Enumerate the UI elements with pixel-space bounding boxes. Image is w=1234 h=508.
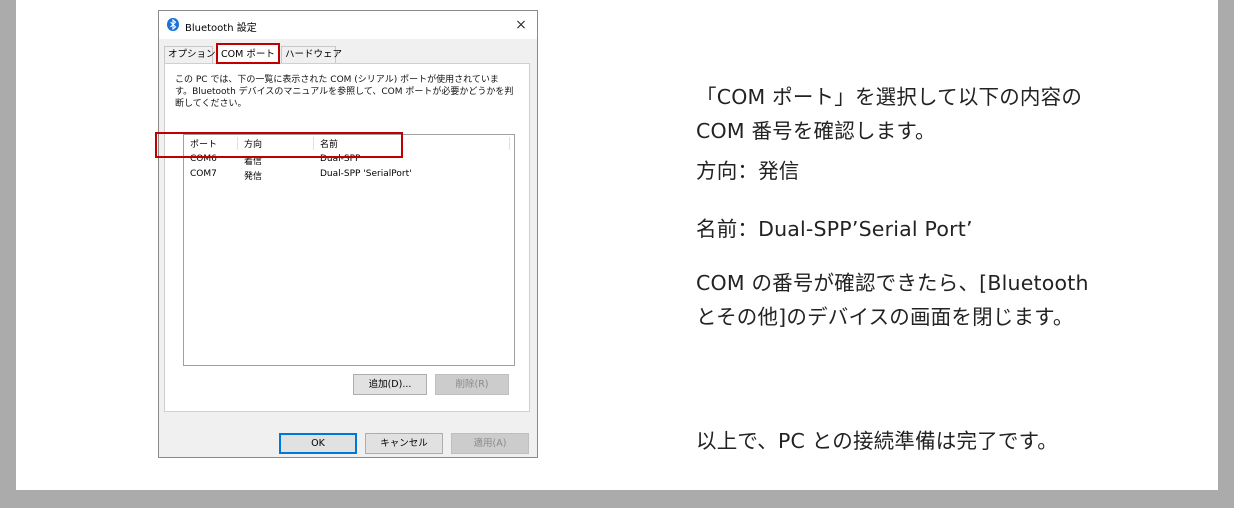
description-text: この PC では、下の一覧に表示された COM (シリアル) ポートが使用されて… (175, 74, 515, 110)
tab-com-port[interactable]: COM ポート (216, 43, 280, 64)
description-line: す。Bluetooth デバイスのマニュアルを参照して、COM ポートが必要かど… (175, 87, 514, 97)
com7-row-highlight (155, 132, 403, 158)
com-port-list[interactable]: ポート 方向 名前 COM6 着信 Dual-SPP COM7 発信 Dual-… (183, 134, 515, 366)
description-line: この PC では、下の一覧に表示された COM (シリアル) ポートが使用されて… (175, 75, 499, 85)
content-panel: Bluetooth 設定 × オプション COM ポート ハードウェア この P… (16, 0, 1218, 490)
instruction-line: COM の番号が確認できたら、[Bluetooth (696, 271, 1089, 295)
tab-hardware[interactable]: ハードウェア (281, 46, 342, 63)
list-row-com7[interactable]: COM7 発信 Dual-SPP 'SerialPort' (184, 169, 514, 183)
remove-button[interactable]: 削除(R) (435, 374, 509, 395)
instruction-line: 「COM ポート」を選択して以下の内容の (696, 85, 1083, 109)
com-port-tab-page: この PC では、下の一覧に表示された COM (シリアル) ポートが使用されて… (164, 63, 530, 412)
ok-button[interactable]: OK (279, 433, 357, 454)
description-line: 断してください。 (175, 99, 247, 109)
instruction-completion: 以上で、PC との接続準備は完了です。 (696, 429, 1058, 453)
instruction-line: COM 番号を確認します。 (696, 119, 936, 143)
close-button[interactable]: × (509, 13, 533, 37)
add-button[interactable]: 追加(D)... (353, 374, 427, 395)
bluetooth-settings-dialog: Bluetooth 設定 × オプション COM ポート ハードウェア この P… (155, 10, 538, 458)
apply-button[interactable]: 適用(A) (451, 433, 529, 454)
row-port: COM7 (190, 169, 217, 179)
dialog-title: Bluetooth 設定 (185, 23, 257, 34)
instruction-line: とその他]のデバイスの画面を閉じます。 (696, 305, 1074, 329)
bluetooth-icon (167, 18, 179, 31)
row-direction: 発信 (244, 172, 263, 182)
tab-options[interactable]: オプション (164, 46, 216, 63)
cancel-button[interactable]: キャンセル (365, 433, 443, 454)
row-name: Dual-SPP 'SerialPort' (320, 169, 412, 179)
instruction-paragraph: COM の番号が確認できたら、[Bluetooth とその他]のデバイスの画面を… (696, 266, 1089, 334)
dialog-titlebar: Bluetooth 設定 × (159, 11, 537, 39)
instruction-direction: 方向：発信 (696, 159, 800, 183)
instruction-paragraph: 「COM ポート」を選択して以下の内容の COM 番号を確認します。 (696, 80, 1082, 148)
list-scrollbar[interactable] (509, 135, 514, 365)
instruction-name: 名前：Dual-SPP’Serial Port’ (696, 217, 973, 241)
